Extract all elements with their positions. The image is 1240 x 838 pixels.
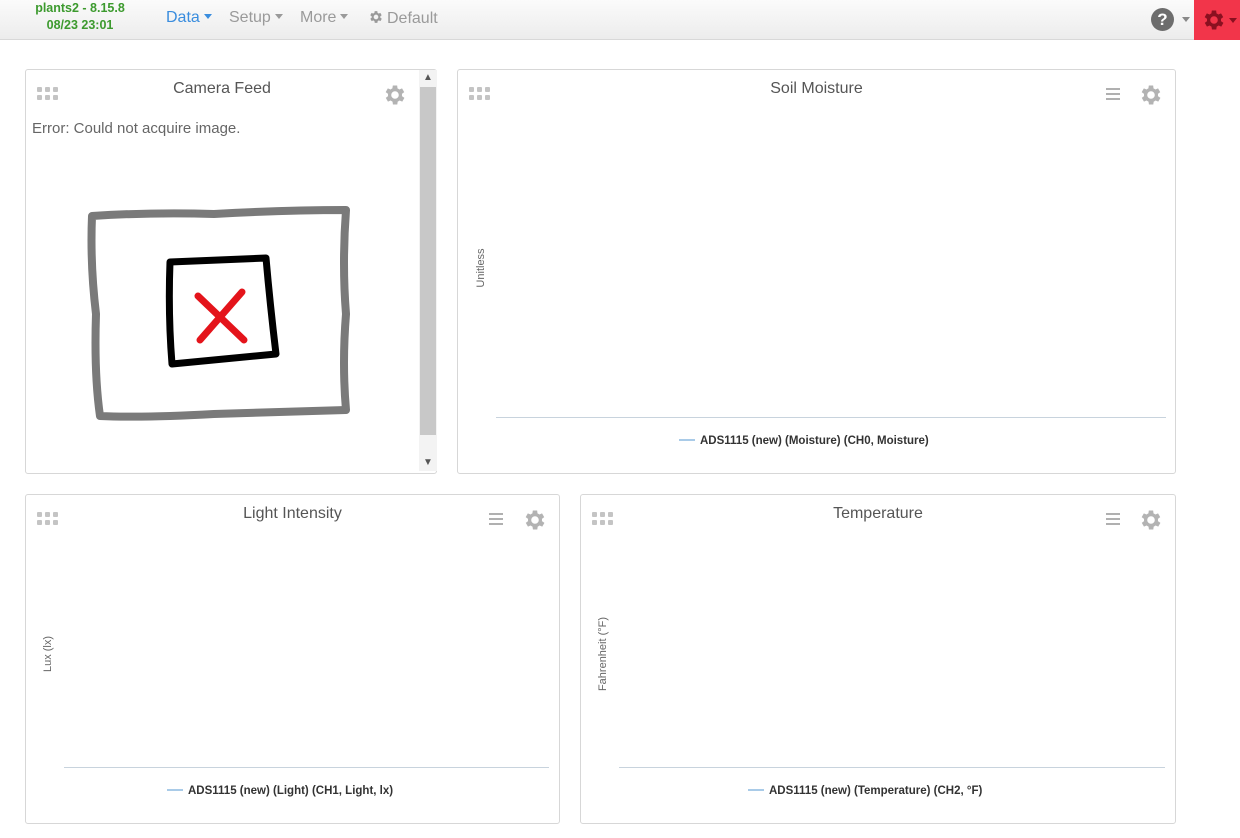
- gear-icon: [1204, 10, 1224, 30]
- gear-icon: [1141, 85, 1161, 105]
- scroll-up-icon[interactable]: ▲: [419, 70, 437, 86]
- legend-label: ADS1115 (new) (Temperature) (CH2, °F): [769, 785, 983, 797]
- y-axis-label: Unitless: [475, 248, 487, 288]
- chevron-down-icon: [1229, 18, 1237, 23]
- help-icon: ?: [1151, 8, 1174, 31]
- nav-dashboard-default[interactable]: Default: [368, 9, 438, 28]
- widget-title: Light Intensity: [243, 505, 342, 522]
- top-navbar: plants2 - 8.15.8 08/23 23:01 Data Setup …: [0, 0, 1240, 40]
- chart-menu-icon[interactable]: [489, 513, 503, 525]
- camera-error-message: Error: Could not acquire image.: [32, 120, 241, 137]
- nav-more-label: More: [300, 9, 337, 26]
- brand[interactable]: plants2 - 8.15.8 08/23 23:01: [28, 0, 132, 34]
- chevron-down-icon: [203, 14, 212, 20]
- widget-settings-button[interactable]: [1138, 82, 1164, 108]
- chart-legend-item[interactable]: ADS1115 (new) (Temperature) (CH2, °F): [748, 785, 982, 797]
- nav-dashboard-label: Default: [387, 10, 438, 27]
- gear-icon: [525, 510, 545, 530]
- soil-moisture-widget: Soil Moisture Unitless ADS1115 (new) (Mo…: [457, 69, 1176, 474]
- x-axis-line: [496, 417, 1166, 418]
- host-version: plants2 - 8.15.8: [35, 1, 125, 15]
- legend-label: ADS1115 (new) (Light) (CH1, Light, lx): [188, 785, 394, 797]
- temperature-widget: Temperature Fahrenheit (°F) ADS1115 (new…: [580, 494, 1176, 824]
- settings-menu-button[interactable]: [1194, 0, 1240, 40]
- widget-settings-button[interactable]: [1138, 507, 1164, 533]
- nav-data-menu[interactable]: Data: [166, 9, 212, 27]
- light-intensity-widget: Light Intensity Lux (lx) ADS1115 (new) (…: [25, 494, 560, 824]
- widget-title: Camera Feed: [173, 80, 271, 97]
- chevron-down-icon: [1182, 17, 1190, 22]
- widget-settings-button[interactable]: [522, 507, 548, 533]
- nav-more-menu[interactable]: More: [300, 9, 349, 27]
- legend-label: ADS1115 (new) (Moisture) (CH0, Moisture): [700, 435, 929, 447]
- chevron-down-icon: [274, 14, 283, 20]
- gear-icon: [1141, 510, 1161, 530]
- scrollbar-thumb[interactable]: [420, 87, 436, 435]
- y-axis-label: Lux (lx): [42, 635, 54, 673]
- nav-setup-label: Setup: [229, 9, 271, 26]
- widget-title: Soil Moisture: [770, 80, 863, 97]
- x-axis-line: [619, 767, 1165, 768]
- scrollbar[interactable]: ▲ ▼: [419, 70, 437, 471]
- legend-swatch: [679, 438, 695, 441]
- legend-swatch: [748, 788, 764, 791]
- chart-menu-icon[interactable]: [1106, 513, 1120, 525]
- chart-legend-item[interactable]: ADS1115 (new) (Light) (CH1, Light, lx): [167, 785, 393, 797]
- image-unavailable-icon: [87, 206, 350, 421]
- help-menu-button[interactable]: ?: [1148, 6, 1190, 34]
- gear-icon: [385, 85, 405, 105]
- chart-legend-item[interactable]: ADS1115 (new) (Moisture) (CH0, Moisture): [679, 435, 929, 447]
- current-datetime: 08/23 23:01: [46, 18, 114, 32]
- widget-settings-button[interactable]: [382, 82, 408, 108]
- camera-feed-widget: Camera Feed Error: Could not acquire ima…: [25, 69, 437, 474]
- widget-title: Temperature: [833, 505, 923, 522]
- nav-data-label: Data: [166, 9, 200, 26]
- scroll-down-icon[interactable]: ▼: [419, 455, 437, 471]
- gear-icon: [370, 11, 382, 23]
- y-axis-label: Fahrenheit (°F): [597, 616, 609, 692]
- legend-swatch: [167, 788, 183, 791]
- chevron-down-icon: [340, 14, 349, 20]
- chart-menu-icon[interactable]: [1106, 88, 1120, 100]
- x-axis-line: [64, 767, 549, 768]
- nav-setup-menu[interactable]: Setup: [229, 9, 283, 27]
